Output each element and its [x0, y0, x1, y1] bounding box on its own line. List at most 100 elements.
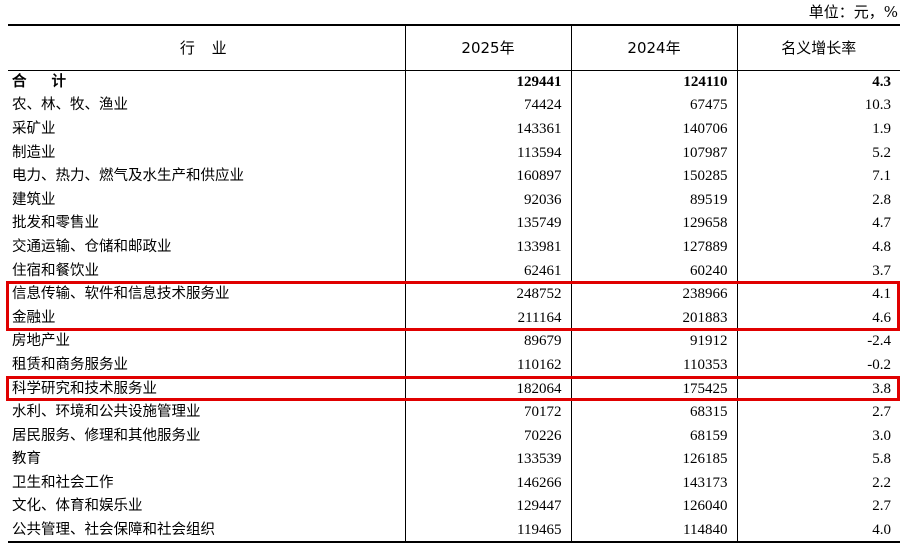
table-row: 农、林、牧、渔业 74424 67475 10.3 — [8, 93, 900, 118]
header-2024: 2024年 — [570, 24, 737, 71]
table-header: 行 业 2025年 2024年 名义增长率 — [8, 24, 900, 71]
value-2025-cell: 133981 — [404, 235, 571, 259]
value-2025-cell: 146266 — [404, 471, 571, 495]
value-2024-cell: 175425 — [570, 376, 737, 401]
growth-cell: -0.2 — [736, 353, 900, 377]
industry-cell: 批发和零售业 — [12, 215, 99, 232]
value-2024-cell: 60240 — [570, 258, 737, 283]
value-2025-cell: 70226 — [404, 423, 571, 448]
table-row: 租赁和商务服务业 110162 110353 -0.2 — [8, 353, 900, 377]
value-2024-cell: 114840 — [570, 518, 737, 543]
industry-cell: 合 计 — [12, 74, 77, 91]
table-row: 科学研究和技术服务业 182064 175425 3.8 — [8, 376, 900, 401]
growth-cell: -2.4 — [736, 329, 900, 354]
value-2024-cell: 91912 — [570, 329, 737, 354]
value-2025-cell: 119465 — [404, 518, 571, 543]
table-row: 信息传输、软件和信息技术服务业 248752 238966 4.1 — [8, 282, 900, 306]
table-row: 文化、体育和娱乐业 129447 126040 2.7 — [8, 494, 900, 519]
growth-cell: 5.8 — [736, 447, 900, 472]
growth-cell: 2.8 — [736, 187, 900, 212]
value-2025-cell: 113594 — [404, 140, 571, 165]
growth-cell: 2.2 — [736, 471, 900, 495]
unit-note: 单位：元，% — [808, 3, 898, 21]
growth-cell: 10.3 — [736, 93, 900, 118]
growth-cell: 4.1 — [736, 282, 900, 306]
industry-cell: 住宿和餐饮业 — [12, 262, 99, 279]
growth-cell: 7.1 — [736, 164, 900, 188]
table-row: 金融业 211164 201883 4.6 — [8, 305, 900, 330]
growth-cell: 3.7 — [736, 258, 900, 283]
growth-cell: 1.9 — [736, 117, 900, 141]
table-row: 建筑业 92036 89519 2.8 — [8, 187, 900, 212]
growth-cell: 2.7 — [736, 494, 900, 519]
value-2024-cell: 107987 — [570, 140, 737, 165]
growth-cell: 4.0 — [736, 518, 900, 543]
value-2025-cell: 182064 — [404, 376, 571, 401]
value-2024-cell: 143173 — [570, 471, 737, 495]
table-row: 公共管理、社会保障和社会组织 119465 114840 4.0 — [8, 518, 900, 543]
value-2024-cell: 124110 — [570, 70, 737, 94]
industry-cell: 房地产业 — [12, 333, 70, 350]
wage-table: 行 业 2025年 2024年 名义增长率 合 计 129441 124110 4.3… — [8, 24, 900, 543]
value-2025-cell: 92036 — [404, 187, 571, 212]
table-row: 交通运输、仓储和邮政业 133981 127889 4.8 — [8, 235, 900, 259]
growth-cell: 4.7 — [736, 211, 900, 236]
value-2025-cell: 89679 — [404, 329, 571, 354]
industry-cell: 居民服务、修理和其他服务业 — [12, 427, 201, 444]
value-2025-cell: 129441 — [404, 70, 571, 94]
industry-cell: 租赁和商务服务业 — [12, 356, 128, 373]
table-body: 合 计 129441 124110 4.3 农、林、牧、渔业 74424 67475 10.3… — [8, 70, 900, 543]
value-2024-cell: 140706 — [570, 117, 737, 141]
table-row: 批发和零售业 135749 129658 4.7 — [8, 211, 900, 236]
total-row: 合 计 129441 124110 4.3 — [8, 70, 900, 94]
growth-cell: 2.7 — [736, 400, 900, 424]
value-2025-cell: 129447 — [404, 494, 571, 519]
growth-cell: 4.8 — [736, 235, 900, 259]
industry-cell: 公共管理、社会保障和社会组织 — [8, 518, 405, 543]
value-2025-cell: 135749 — [404, 211, 571, 236]
value-2024-cell: 110353 — [570, 353, 737, 377]
value-2024-cell: 129658 — [570, 211, 737, 236]
value-2024-cell: 68159 — [570, 423, 737, 448]
industry-cell: 文化、体育和娱乐业 — [12, 498, 143, 515]
industry-cell: 交通运输、仓储和邮政业 — [12, 238, 172, 255]
value-2025-cell: 248752 — [404, 282, 571, 306]
value-2025-cell: 74424 — [404, 93, 571, 118]
value-2025-cell: 133539 — [404, 447, 571, 472]
value-2025-cell: 110162 — [404, 353, 571, 377]
industry-cell: 科学研究和技术服务业 — [12, 380, 157, 397]
table-row: 房地产业 89679 91912 -2.4 — [8, 329, 900, 354]
value-2024-cell: 67475 — [570, 93, 737, 118]
industry-cell: 电力、热力、燃气及水生产和供应业 — [12, 168, 244, 185]
growth-cell: 4.3 — [736, 70, 900, 94]
header-2025: 2025年 — [404, 24, 571, 71]
table-row: 居民服务、修理和其他服务业 70226 68159 3.0 — [8, 423, 900, 448]
industry-cell: 信息传输、软件和信息技术服务业 — [12, 286, 230, 303]
header-growth: 名义增长率 — [736, 24, 900, 71]
growth-cell: 4.6 — [736, 305, 900, 330]
growth-cell: 3.0 — [736, 423, 900, 448]
value-2024-cell: 238966 — [570, 282, 737, 306]
value-2025-cell: 62461 — [404, 258, 571, 283]
growth-cell: 3.8 — [736, 376, 900, 401]
table-row: 制造业 113594 107987 5.2 — [8, 140, 900, 165]
industry-cell: 农、林、牧、渔业 — [12, 97, 128, 114]
table-row: 教育 133539 126185 5.8 — [8, 447, 900, 472]
table-row: 住宿和餐饮业 62461 60240 3.7 — [8, 258, 900, 283]
value-2025-cell: 160897 — [404, 164, 571, 188]
header-industry: 行 业 — [8, 24, 405, 71]
value-2024-cell: 89519 — [570, 187, 737, 212]
value-2024-cell: 68315 — [570, 400, 737, 424]
table-row: 卫生和社会工作 146266 143173 2.2 — [8, 471, 900, 495]
value-2024-cell: 126040 — [570, 494, 737, 519]
industry-cell: 水利、环境和公共设施管理业 — [12, 404, 201, 421]
industry-cell: 采矿业 — [12, 120, 56, 137]
industry-cell: 教育 — [12, 451, 41, 468]
value-2025-cell: 211164 — [404, 305, 571, 330]
growth-cell: 5.2 — [736, 140, 900, 165]
table-row: 电力、热力、燃气及水生产和供应业 160897 150285 7.1 — [8, 164, 900, 188]
industry-cell: 卫生和社会工作 — [12, 474, 114, 491]
table-row: 采矿业 143361 140706 1.9 — [8, 117, 900, 141]
value-2024-cell: 201883 — [570, 305, 737, 330]
industry-cell: 金融业 — [12, 309, 56, 326]
